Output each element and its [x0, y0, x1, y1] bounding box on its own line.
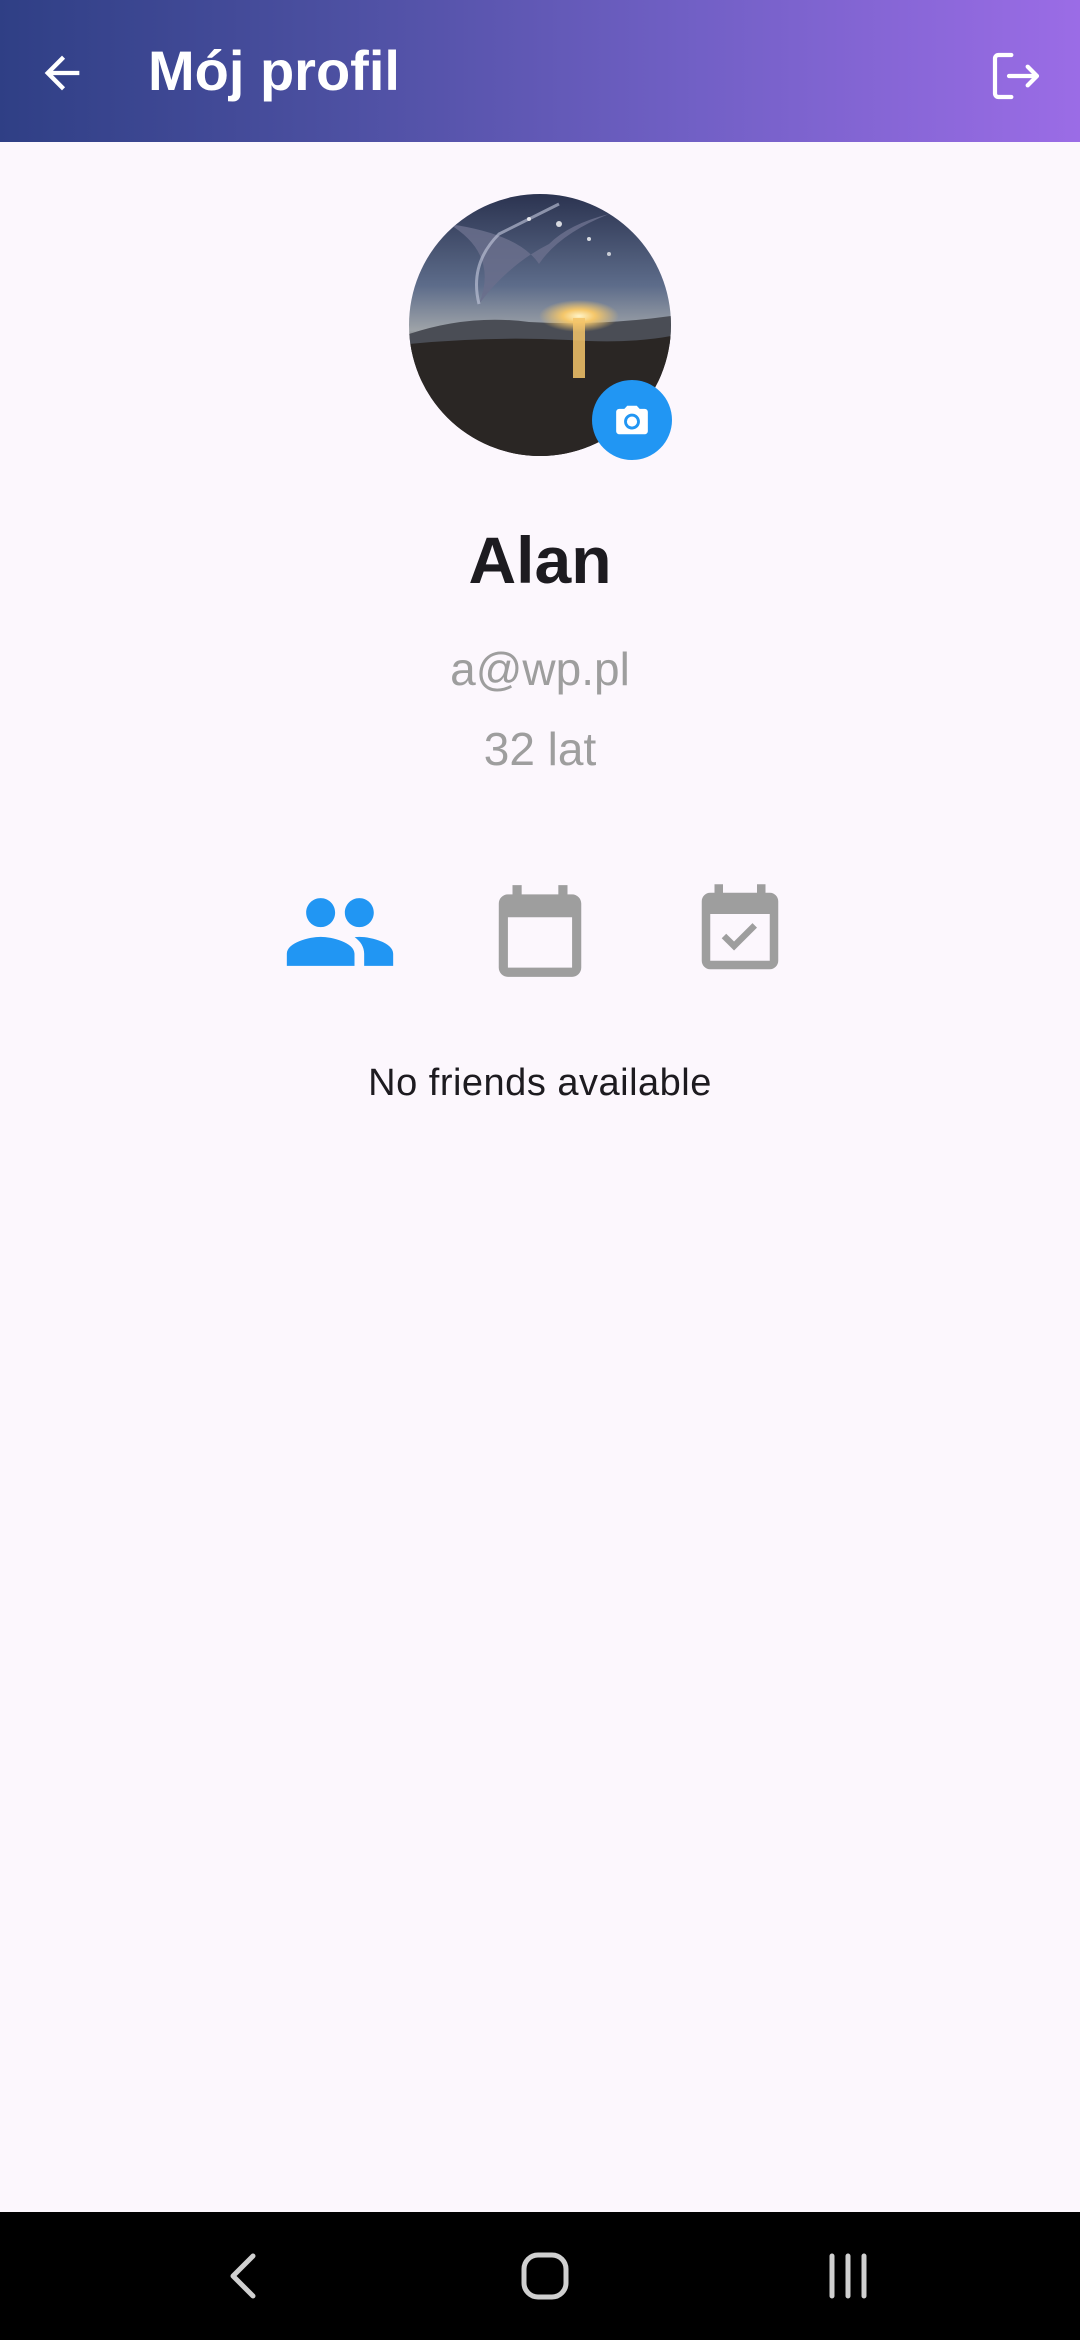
system-recents-button[interactable] [788, 2232, 908, 2320]
tab-calendar-check[interactable] [680, 876, 800, 986]
arrow-left-icon [44, 55, 80, 91]
avatar-container [409, 194, 672, 460]
tab-friends[interactable] [280, 880, 400, 984]
calendar-icon [498, 885, 582, 977]
page-title: Mój profil [148, 39, 400, 102]
system-navigation-bar [0, 2212, 1080, 2340]
tab-calendar[interactable] [480, 876, 600, 986]
back-button[interactable] [24, 35, 100, 111]
empty-state-message: No friends available [368, 1062, 712, 1104]
logout-button[interactable] [978, 38, 1054, 114]
people-icon [286, 898, 394, 966]
profile-name: Alan [468, 523, 612, 597]
system-home-button[interactable] [485, 2232, 605, 2320]
app-bar: Mój profil [0, 0, 1080, 142]
calendar-check-icon [701, 884, 779, 970]
home-icon [521, 2252, 569, 2300]
back-icon [230, 2253, 256, 2299]
recents-icon [829, 2253, 867, 2299]
system-back-button[interactable] [183, 2232, 303, 2320]
profile-age: 32 lat [483, 723, 597, 775]
change-photo-button[interactable] [592, 380, 672, 460]
profile-email: a@wp.pl [450, 643, 630, 695]
camera-icon [616, 405, 648, 435]
logout-icon [992, 52, 1040, 100]
